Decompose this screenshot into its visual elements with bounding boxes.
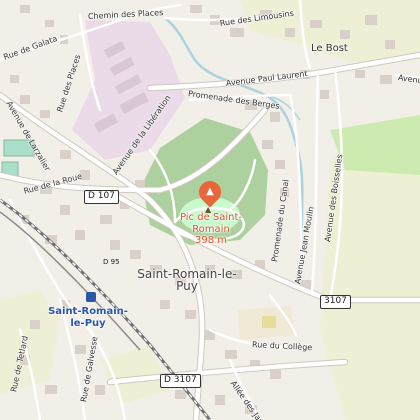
road-shield-3107: 3107	[320, 295, 351, 309]
town-label: Saint-Romain-le-Puy	[137, 267, 237, 293]
poi-label[interactable]: Pic de Saint-Romain 398 m	[176, 212, 246, 247]
poi-elevation: 398 m	[194, 235, 227, 246]
road-shield-d107: D 107	[84, 190, 119, 204]
poi-name: Pic de Saint-Romain	[179, 212, 243, 235]
mountain-peak-icon: ▲	[206, 186, 214, 197]
school-building	[262, 316, 276, 328]
road-shield-d95: D 95	[103, 258, 120, 266]
station-marker	[86, 292, 96, 302]
park-meadow	[330, 115, 420, 175]
station-label[interactable]: Saint-Romain-le-Puy	[46, 306, 130, 329]
road-shield-d3107: D 3107	[160, 374, 201, 388]
map-canvas[interactable]: Chemin des Places Rue des Limousins Rue …	[0, 0, 420, 420]
place-label-le-bost: Le Bost	[311, 43, 348, 54]
